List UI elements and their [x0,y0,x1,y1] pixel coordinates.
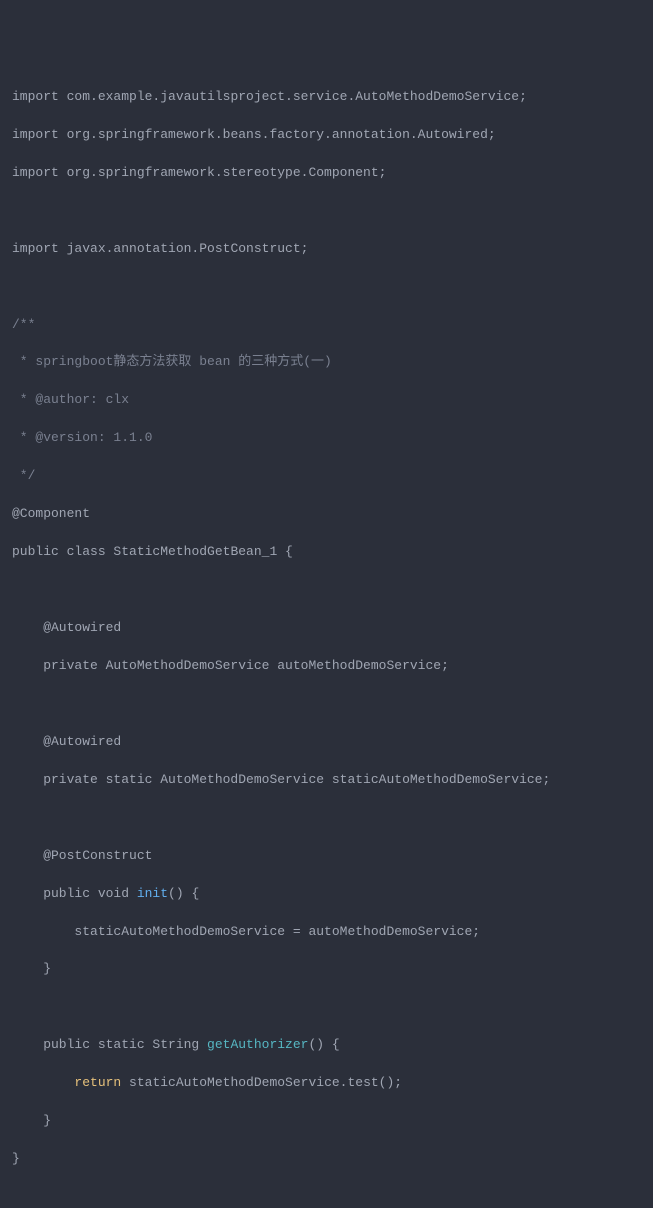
return-expr: staticAutoMethodDemoService.test(); [121,1075,402,1090]
field-declaration: private AutoMethodDemoService autoMethod… [12,657,641,676]
import-keyword: import [12,241,59,256]
method-params: () { [168,886,199,901]
field-declaration: private static AutoMethodDemoService sta… [12,771,641,790]
package-path: org.springframework.stereotype.Component… [59,165,387,180]
package-path: com.example.javautilsproject.service.Aut… [59,89,527,104]
import-keyword: import [12,127,59,142]
comment-line: /** [12,316,641,335]
indent [12,1075,74,1090]
method-body: staticAutoMethodDemoService = autoMethod… [12,923,641,942]
brace-close: } [12,1112,641,1131]
method-modifiers: public static String [12,1037,207,1052]
brace-close: } [12,1150,641,1169]
blank-line [12,278,641,297]
method-signature: public static String getAuthorizer() { [12,1036,641,1055]
method-signature: public void init() { [12,885,641,904]
import-keyword: import [12,89,59,104]
code-line: import javax.annotation.PostConstruct; [12,240,641,259]
class-declaration: public class StaticMethodGetBean_1 { [12,543,641,562]
code-line: import org.springframework.beans.factory… [12,126,641,145]
blank-line [12,581,641,600]
annotation-line: @Autowired [12,733,641,752]
comment-line: * @author: clx [12,391,641,410]
comment-line: * springboot静态方法获取 bean 的三种方式(一) [12,353,641,372]
package-path: javax.annotation.PostConstruct; [59,241,309,256]
code-line: import org.springframework.stereotype.Co… [12,164,641,183]
comment-line: * @version: 1.1.0 [12,429,641,448]
annotation-line: @Autowired [12,619,641,638]
class-name: StaticMethodGetBean_1 { [106,544,293,559]
annotation-line: @PostConstruct [12,847,641,866]
method-modifiers: public void [12,886,137,901]
return-keyword: return [74,1075,121,1090]
blank-line [12,202,641,221]
method-body: return staticAutoMethodDemoService.test(… [12,1074,641,1093]
import-keyword: import [12,165,59,180]
method-name: init [137,886,168,901]
blank-line [12,695,641,714]
annotation-line: @Component [12,505,641,524]
blank-line [12,998,641,1017]
brace-close: } [12,960,641,979]
method-params: () { [308,1037,339,1052]
blank-line [12,809,641,828]
comment-line: */ [12,467,641,486]
code-line: import com.example.javautilsproject.serv… [12,88,641,107]
class-keywords: public class [12,544,106,559]
package-path: org.springframework.beans.factory.annota… [59,127,496,142]
code-block: { "lines": { "l1_import": "import", "l1_… [0,0,653,604]
method-name: getAuthorizer [207,1037,308,1052]
